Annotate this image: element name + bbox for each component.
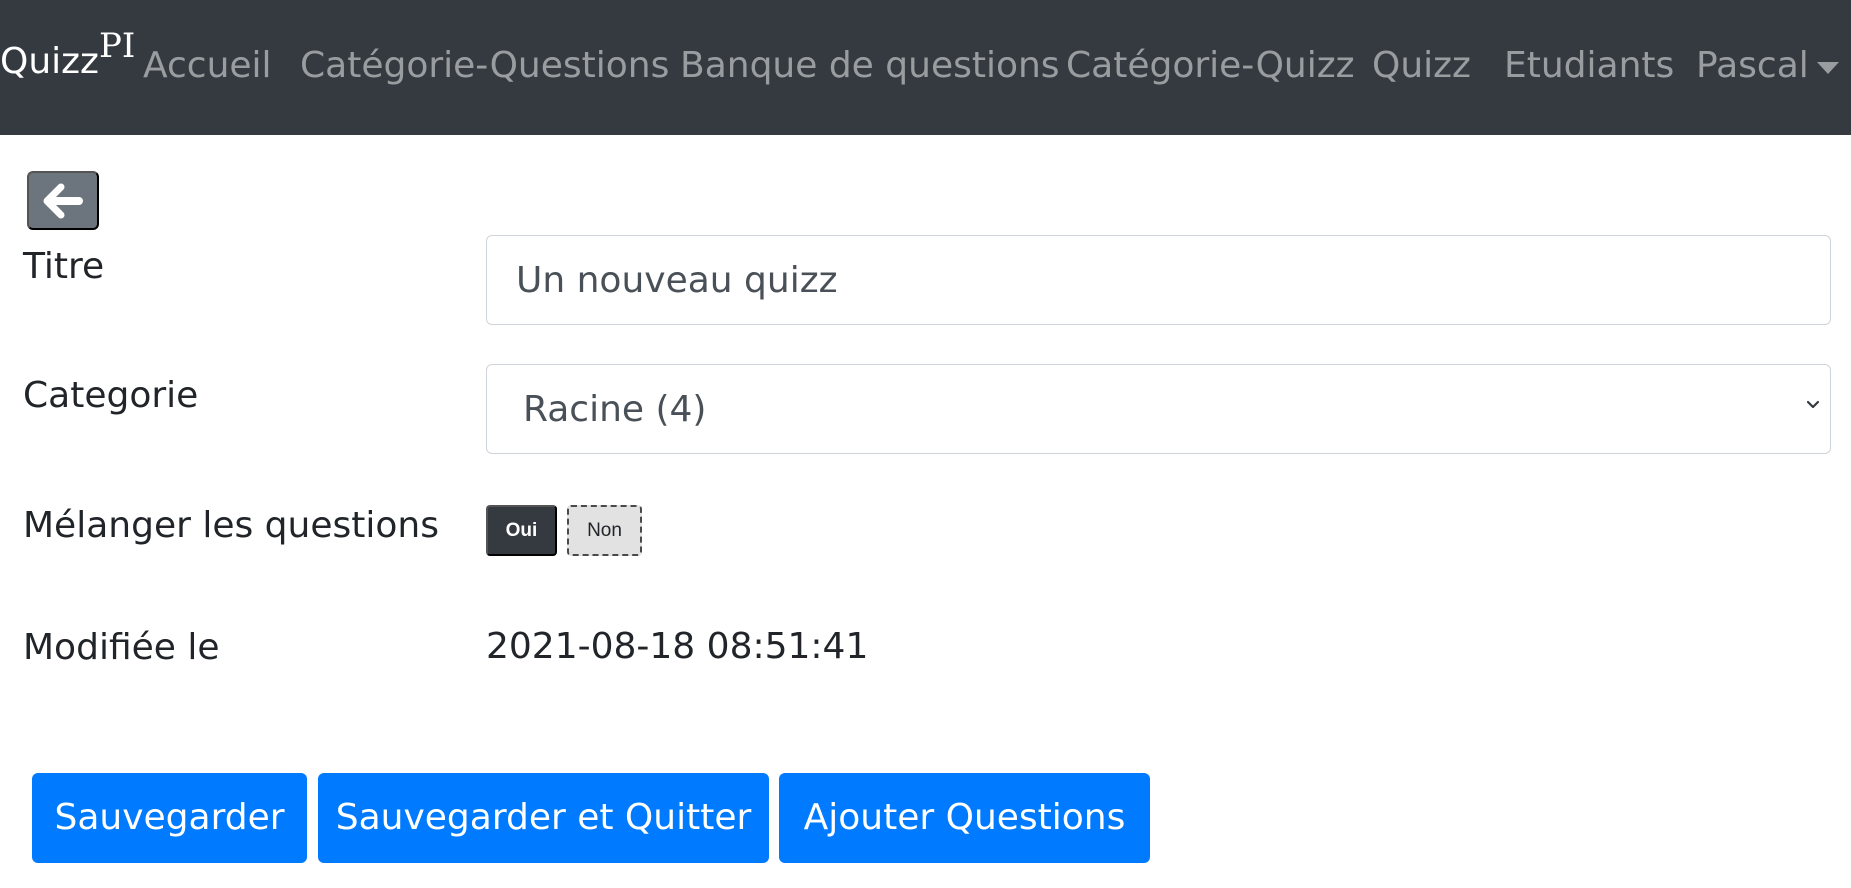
modified-label: Modifiée le [23, 627, 220, 668]
save-and-quit-button[interactable]: Sauvegarder et Quitter [318, 773, 769, 863]
save-button[interactable]: Sauvegarder [32, 773, 307, 863]
shuffle-label: Mélanger les questions [23, 505, 439, 546]
nav-item-quizz[interactable]: Quizz [1372, 48, 1471, 84]
category-selected-value: Racine (4) [523, 389, 707, 430]
back-button[interactable] [27, 171, 99, 230]
user-menu-pascal[interactable]: Pascal [1696, 48, 1809, 84]
category-label: Categorie [23, 375, 199, 416]
category-select[interactable]: Racine (4) [486, 364, 1831, 454]
add-questions-button[interactable]: Ajouter Questions [779, 773, 1150, 863]
modified-date-value: 2021-08-18 08:51:41 [486, 626, 869, 667]
brand-superscript: PI [98, 26, 136, 66]
nav-item-banque-de-questions[interactable]: Banque de questions [680, 48, 1060, 84]
nav-item-categorie-quizz[interactable]: Catégorie-Quizz [1066, 48, 1355, 84]
nav-item-etudiants[interactable]: Etudiants [1504, 48, 1674, 84]
caret-down-icon[interactable] [1817, 62, 1839, 74]
arrow-left-icon [43, 183, 83, 218]
nav-item-categorie-questions[interactable]: Catégorie-Questions [300, 48, 669, 84]
brand-text: Quizz [0, 41, 99, 82]
shuffle-no-toggle[interactable]: Non [567, 505, 642, 556]
title-input[interactable] [486, 235, 1831, 325]
nav-item-accueil[interactable]: Accueil [143, 48, 272, 84]
shuffle-yes-toggle[interactable]: Oui [486, 505, 557, 556]
title-label: Titre [23, 246, 105, 287]
top-navbar: QuizzPI Accueil Catégorie-Questions Banq… [0, 0, 1851, 135]
brand-logo[interactable]: QuizzPI [0, 29, 135, 82]
chevron-down-icon [1806, 400, 1820, 409]
